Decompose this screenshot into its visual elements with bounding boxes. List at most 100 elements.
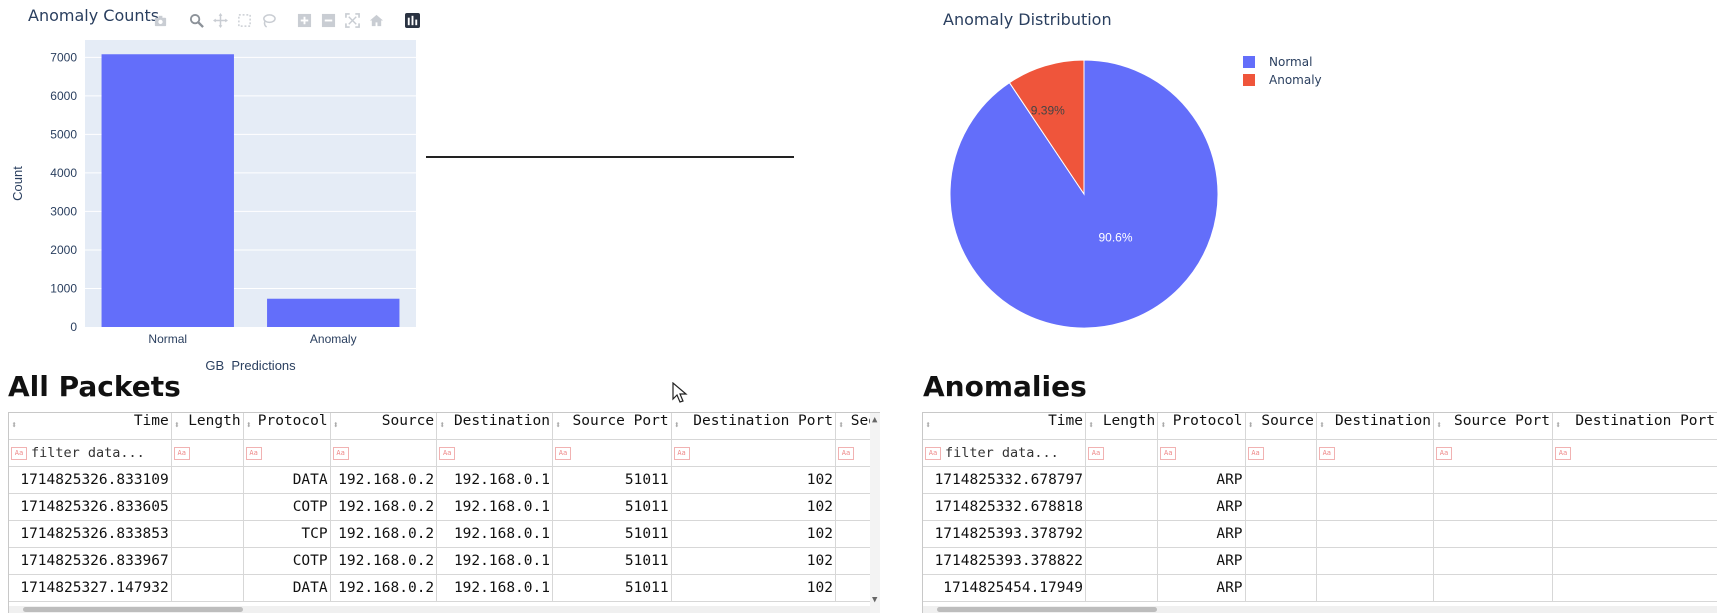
filter-cell[interactable]: Aa (436, 439, 553, 467)
table-row[interactable]: 1714825326.833967 COTP 192.168.0.2 192.168.… (9, 547, 880, 575)
filter-cell[interactable]: Aa (171, 439, 244, 467)
table-cell (1552, 574, 1717, 602)
sort-icon[interactable]: ⬍ (174, 413, 180, 439)
camera-icon[interactable] (150, 10, 170, 30)
case-toggle-icon[interactable]: Aa (1247, 446, 1264, 460)
case-toggle-icon[interactable]: Aa (925, 446, 941, 460)
case-toggle-icon[interactable]: Aa (11, 446, 27, 460)
case-toggle-icon[interactable]: Aa (1087, 446, 1104, 460)
column-header[interactable]: ⬍ Source Port (552, 413, 672, 440)
column-header[interactable]: ⬍ Destination (1316, 413, 1434, 440)
filter-cell[interactable]: Aa (552, 439, 672, 467)
sort-icon[interactable]: ⬍ (1248, 413, 1254, 439)
bar-normal (101, 54, 234, 327)
case-toggle-icon[interactable]: Aa (245, 446, 262, 460)
column-header[interactable]: ⬍ Protocol (243, 413, 331, 440)
scroll-down-icon[interactable]: ▼ (872, 595, 877, 605)
sort-icon[interactable]: ⬍ (439, 413, 445, 439)
table-cell: 1714825327.147932 (9, 574, 172, 602)
zoom-out-icon[interactable] (318, 10, 338, 30)
scrollbar-thumb[interactable] (937, 607, 1157, 612)
column-header[interactable]: ⬍ Source (1245, 413, 1317, 440)
table-cell: 192.168.0.1 (436, 520, 553, 548)
column-header-label: Destination (1334, 413, 1431, 429)
table-row[interactable]: 1714825326.833109 DATA 192.168.0.2 192.168.… (9, 466, 880, 494)
sort-icon[interactable]: ⬍ (1160, 413, 1166, 439)
sort-icon[interactable]: ⬍ (11, 413, 17, 439)
sort-icon[interactable]: ⬍ (1555, 413, 1561, 439)
column-header[interactable]: ⬍ Destination Port (1552, 413, 1717, 440)
filter-cell[interactable]: Aa (1316, 439, 1434, 467)
filter-input[interactable]: filter data... (31, 445, 145, 461)
sort-icon[interactable]: ⬍ (555, 413, 561, 439)
vertical-scrollbar[interactable]: ▲ ▼ (870, 413, 880, 613)
filter-cell[interactable]: Aa (671, 439, 836, 467)
legend-item-normal[interactable]: Normal (1243, 53, 1322, 71)
column-header[interactable]: ⬍ Destination (436, 413, 553, 440)
filter-cell[interactable]: Aa (330, 439, 438, 467)
column-header[interactable]: ⬍ Protocol (1157, 413, 1246, 440)
sort-icon[interactable]: ⬍ (246, 413, 252, 439)
table-row[interactable]: 1714825326.833853 TCP 192.168.0.2 192.168.0… (9, 520, 880, 548)
filter-input[interactable]: filter data... (945, 445, 1059, 461)
table-cell: ARP (1157, 547, 1246, 575)
scroll-up-icon[interactable]: ▲ (872, 415, 877, 425)
sort-icon[interactable]: ⬍ (333, 413, 339, 439)
case-toggle-icon[interactable]: Aa (1555, 446, 1572, 460)
column-header[interactable]: ⬍ Destination Port (671, 413, 836, 440)
scrollbar-thumb[interactable] (23, 607, 243, 612)
zoom-in-icon[interactable] (294, 10, 314, 30)
zoom-icon[interactable] (186, 10, 206, 30)
filter-cell[interactable]: Aa filter data... (923, 439, 1086, 467)
table-cell: DATA (243, 466, 331, 494)
column-header[interactable]: ⬍ Length (1085, 413, 1159, 440)
case-toggle-icon[interactable]: Aa (1318, 446, 1335, 460)
table-row[interactable]: 1714825393.378822 ARP (923, 547, 1717, 575)
case-toggle-icon[interactable]: Aa (837, 446, 854, 460)
filter-cell[interactable]: Aa (1085, 439, 1159, 467)
column-header[interactable]: ⬍ Time (923, 413, 1086, 440)
box-select-icon[interactable] (234, 10, 254, 30)
case-toggle-icon[interactable]: Aa (673, 446, 690, 460)
sort-icon[interactable]: ⬍ (1436, 413, 1442, 439)
filter-cell[interactable]: Aa (1552, 439, 1717, 467)
filter-cell[interactable]: Aa filter data... (9, 439, 172, 467)
column-header[interactable]: ⬍ Source (330, 413, 438, 440)
table-row[interactable]: 1714825332.678797 ARP (923, 466, 1717, 494)
column-header[interactable]: ⬍ Length (171, 413, 244, 440)
case-toggle-icon[interactable]: Aa (1160, 446, 1177, 460)
lasso-select-icon[interactable] (258, 10, 278, 30)
table-cell (1245, 520, 1317, 548)
case-toggle-icon[interactable]: Aa (439, 446, 456, 460)
filter-cell[interactable]: Aa (243, 439, 331, 467)
table-cell: 1714825393.378822 (923, 547, 1086, 575)
filter-cell[interactable]: Aa (1433, 439, 1554, 467)
sort-icon[interactable]: ⬍ (674, 413, 680, 439)
table-cell (1316, 493, 1434, 521)
table-row[interactable]: 1714825327.147932 DATA 192.168.0.2 192.168.… (9, 574, 880, 602)
legend-item-anomaly[interactable]: Anomaly (1243, 71, 1322, 89)
filter-cell[interactable]: Aa (1245, 439, 1317, 467)
filter-cell[interactable]: Aa (1157, 439, 1246, 467)
case-toggle-icon[interactable]: Aa (332, 446, 349, 460)
all-packets-table: ⬍ Time ⬍ Length ⬍ Protocol ⬍ Source ⬍ Destination… (8, 412, 880, 613)
pan-icon[interactable] (210, 10, 230, 30)
column-header[interactable]: ⬍ Time (9, 413, 172, 440)
column-header[interactable]: ⬍ Source Port (1433, 413, 1554, 440)
table-row[interactable]: 1714825326.833605 COTP 192.168.0.2 192.168.… (9, 493, 880, 521)
table-cell: 102 (671, 466, 836, 494)
table-row[interactable]: 1714825393.378792 ARP (923, 520, 1717, 548)
table-row[interactable]: 1714825454.17949 ARP (923, 574, 1717, 602)
table-row[interactable]: 1714825332.678818 ARP (923, 493, 1717, 521)
sort-icon[interactable]: ⬍ (838, 413, 844, 439)
sort-icon[interactable]: ⬍ (1319, 413, 1325, 439)
case-toggle-icon[interactable]: Aa (1435, 446, 1452, 460)
autoscale-icon[interactable] (342, 10, 362, 30)
reset-axes-icon[interactable] (366, 10, 386, 30)
case-toggle-icon[interactable]: Aa (173, 446, 190, 460)
case-toggle-icon[interactable]: Aa (554, 446, 571, 460)
sort-icon[interactable]: ⬍ (925, 413, 931, 439)
column-header-label: Length (188, 413, 241, 429)
plotly-logo-icon[interactable] (402, 10, 422, 30)
sort-icon[interactable]: ⬍ (1088, 413, 1094, 439)
